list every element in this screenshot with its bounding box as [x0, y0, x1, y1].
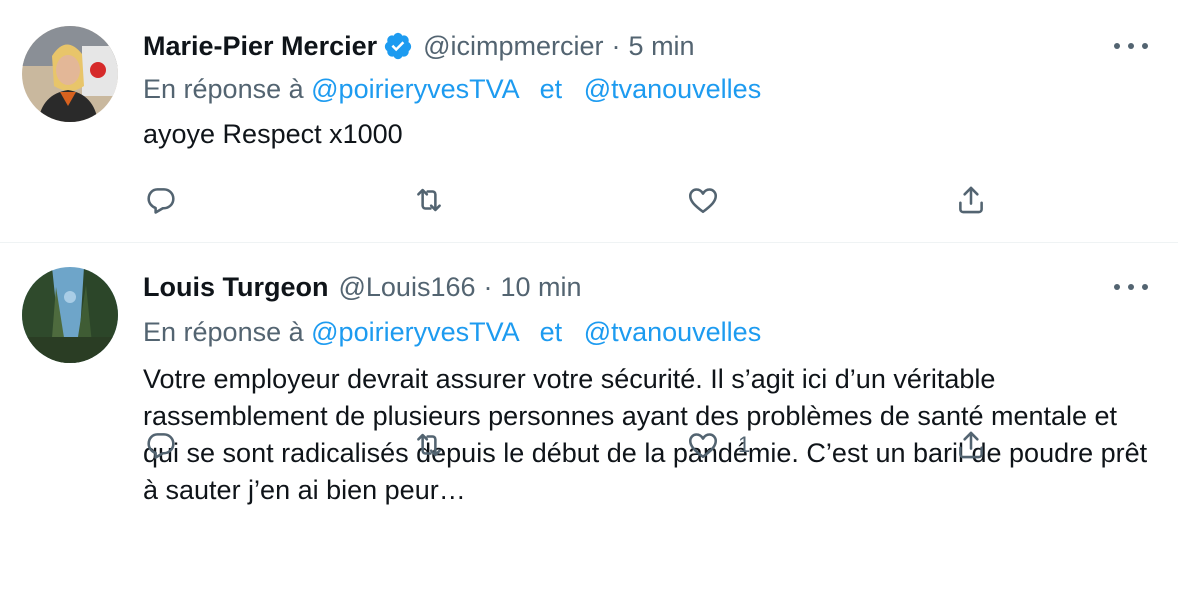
tweet-text: ayoye Respect x1000 [143, 119, 403, 149]
share-button[interactable] [954, 427, 988, 463]
retweet-icon [417, 433, 441, 457]
share-button[interactable] [954, 182, 988, 218]
reply-conjunction: et [539, 74, 563, 104]
mention-link[interactable]: @poirieryvesTVA [311, 74, 518, 104]
retweet-button[interactable] [412, 182, 446, 218]
reply-icon [147, 433, 175, 459]
avatar-image [22, 267, 118, 363]
tweet-header: Louis Turgeon @Louis166 · 10 min [143, 267, 582, 307]
tweet[interactable]: Louis Turgeon @Louis166 · 10 min En répo… [0, 243, 1178, 598]
like-button[interactable]: 1 [686, 427, 750, 463]
mention-link[interactable]: @poirieryvesTVA [311, 317, 518, 347]
timestamp[interactable]: 10 min [501, 272, 582, 303]
mention-link[interactable]: @tvanouvelles [584, 317, 762, 347]
verified-badge-icon [383, 31, 413, 61]
tweet-header: Marie-Pier Mercier @icimpmercier · 5 min [143, 26, 695, 66]
separator-dot: · [483, 271, 493, 302]
display-name[interactable]: Louis Turgeon [143, 272, 328, 303]
heart-icon [688, 188, 718, 214]
tweet-actions [140, 182, 1020, 218]
reply-conjunction: et [539, 317, 563, 347]
reply-button[interactable] [144, 427, 178, 463]
tweet[interactable]: Marie-Pier Mercier @icimpmercier · 5 min… [0, 0, 1178, 243]
like-count: 1 [738, 432, 751, 457]
display-name[interactable]: Marie-Pier Mercier [143, 31, 377, 62]
separator-dot: · [611, 30, 621, 61]
avatar[interactable] [22, 26, 118, 122]
more-options-icon[interactable] [1114, 36, 1148, 56]
mention-link[interactable]: @tvanouvelles [584, 74, 762, 104]
reply-prefix: En réponse à [143, 317, 304, 347]
user-handle[interactable]: @Louis166 [338, 272, 475, 303]
tweet-actions: 1 [140, 427, 1020, 463]
timestamp[interactable]: 5 min [629, 31, 695, 62]
heart-icon [688, 433, 718, 459]
retweet-icon [417, 188, 441, 212]
like-button[interactable] [686, 182, 738, 218]
user-handle[interactable]: @icimpmercier [423, 31, 603, 62]
reply-context: En réponse à @poirieryvesTVA et @tvanouv… [143, 317, 761, 348]
reply-prefix: En réponse à [143, 74, 304, 104]
avatar-image [22, 26, 118, 122]
more-options-icon[interactable] [1114, 277, 1148, 297]
reply-context: En réponse à @poirieryvesTVA et @tvanouv… [143, 74, 761, 105]
retweet-button[interactable] [412, 427, 446, 463]
share-icon [959, 186, 983, 214]
avatar[interactable] [22, 267, 118, 363]
reply-button[interactable] [144, 182, 178, 218]
share-icon [959, 431, 983, 459]
reply-icon [147, 188, 175, 214]
